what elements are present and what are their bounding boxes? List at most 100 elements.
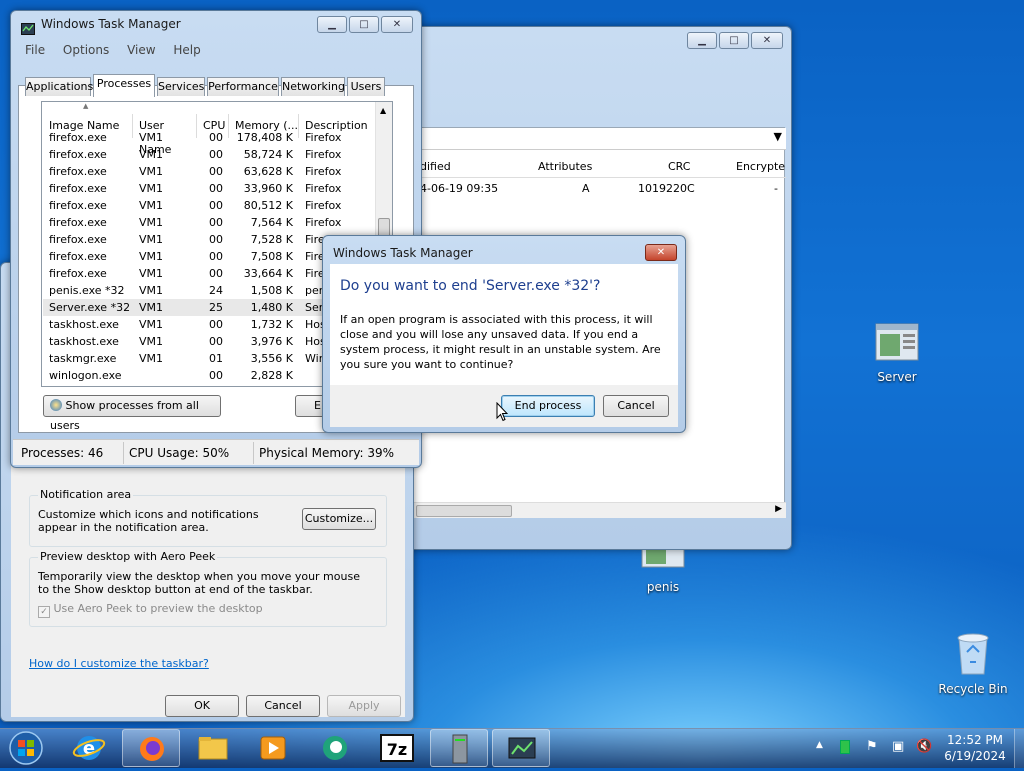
- action-center-flag-icon[interactable]: ⚑: [866, 739, 878, 754]
- table-cell: Firefox: [305, 182, 342, 195]
- minimize-button[interactable]: ▁: [687, 32, 717, 49]
- menu-options[interactable]: Options: [63, 43, 109, 57]
- scrollbar-thumb[interactable]: [416, 505, 512, 517]
- scroll-right-icon[interactable]: ▶: [775, 504, 782, 514]
- taskbar-firefox[interactable]: [122, 729, 180, 767]
- cancel-button[interactable]: Cancel: [603, 395, 669, 417]
- table-row[interactable]: firefox.exe VM1 00 7,564 K Firefox: [43, 214, 375, 231]
- network-icon[interactable]: ▣: [892, 739, 904, 754]
- col-encrypted[interactable]: Encrypte: [736, 160, 785, 173]
- volume-muted-icon[interactable]: 🔇: [916, 739, 932, 754]
- table-cell: VM1: [139, 131, 164, 144]
- cancel-button[interactable]: Cancel: [246, 695, 320, 717]
- col-modified[interactable]: dified: [420, 160, 451, 173]
- table-row[interactable]: firefox.exe VM1 00 63,628 K Firefox: [43, 163, 375, 180]
- end-process-confirm-button[interactable]: End process: [501, 395, 595, 417]
- internet-explorer-icon: e: [72, 736, 106, 760]
- show-all-users-button[interactable]: Show processes from all users: [43, 395, 221, 432]
- table-cell: 24: [209, 284, 223, 297]
- tab-services[interactable]: Services: [157, 77, 205, 96]
- chevron-down-icon[interactable]: ▼: [774, 130, 782, 143]
- network-meter-icon[interactable]: [840, 740, 850, 754]
- maximize-button[interactable]: □: [719, 32, 749, 49]
- maximize-button[interactable]: □: [349, 16, 379, 33]
- col-crc[interactable]: CRC: [668, 160, 690, 173]
- archive-row[interactable]: 4-06-19 09:35 A 1019220C -: [414, 180, 786, 198]
- table-cell: 178,408 K: [236, 131, 293, 144]
- table-cell: taskmgr.exe: [49, 352, 117, 365]
- table-cell: 1,508 K: [250, 284, 293, 297]
- table-row[interactable]: firefox.exe VM1 00 178,408 K Firefox: [43, 129, 375, 146]
- task-manager-icon: [21, 23, 35, 35]
- taskbar-file-explorer[interactable]: [184, 729, 242, 767]
- table-cell: VM1: [139, 335, 164, 348]
- customize-button[interactable]: Customize...: [302, 508, 376, 530]
- taskbar-server-manager[interactable]: [430, 729, 488, 767]
- clock[interactable]: 12:52 PM 6/19/2024: [940, 732, 1010, 764]
- table-cell: VM1: [139, 216, 164, 229]
- dialog-question: Do you want to end 'Server.exe *32'?: [340, 278, 601, 294]
- taskbar-chat-app[interactable]: [306, 729, 364, 767]
- taskbar-media-player[interactable]: [244, 729, 302, 767]
- menu-bar: File Options View Help: [25, 43, 201, 57]
- table-cell: 3,556 K: [250, 352, 293, 365]
- menu-file[interactable]: File: [25, 43, 45, 57]
- desktop-icon-label: Server: [877, 370, 917, 384]
- taskbar-task-manager[interactable]: [492, 729, 550, 767]
- table-cell: VM1: [133, 299, 197, 316]
- table-cell: 00: [209, 318, 223, 331]
- status-cpu: CPU Usage: 50%: [129, 446, 230, 460]
- notification-title: Notification area: [38, 488, 134, 501]
- table-cell: firefox.exe: [49, 182, 107, 195]
- tab-networking[interactable]: Networking: [281, 77, 345, 96]
- menu-view[interactable]: View: [127, 43, 155, 57]
- clock-date: 6/19/2024: [944, 749, 1006, 763]
- archive-header: dified Attributes CRC Encrypte: [414, 156, 786, 178]
- table-cell: 00: [209, 182, 223, 195]
- tab-users[interactable]: Users: [347, 77, 385, 96]
- close-button[interactable]: ✕: [645, 244, 677, 261]
- table-cell: 58,724 K: [243, 148, 293, 161]
- table-cell: firefox.exe: [49, 250, 107, 263]
- table-cell: firefox.exe: [49, 216, 107, 229]
- table-cell: taskhost.exe: [49, 335, 119, 348]
- shield-icon: [50, 399, 62, 411]
- apply-button[interactable]: Apply: [327, 695, 401, 717]
- dialog-message: If an open program is associated with th…: [340, 313, 661, 371]
- table-cell: [133, 367, 197, 384]
- ok-button[interactable]: OK: [165, 695, 239, 717]
- dialog-title: Windows Task Manager: [333, 246, 473, 260]
- tab-applications[interactable]: Applications: [25, 77, 93, 96]
- taskbar-internet-explorer[interactable]: e: [60, 729, 118, 767]
- desktop-icon-recycle-bin[interactable]: Recycle Bin: [938, 630, 1008, 696]
- close-button[interactable]: ✕: [381, 16, 413, 33]
- table-cell: VM1: [139, 148, 164, 161]
- tab-processes[interactable]: Processes: [93, 74, 155, 97]
- table-cell: 00: [209, 216, 223, 229]
- horizontal-scrollbar[interactable]: ▶: [414, 502, 786, 518]
- window-title: Windows Task Manager: [41, 17, 181, 31]
- help-link[interactable]: How do I customize the taskbar?: [29, 657, 209, 670]
- show-desktop-button[interactable]: [1014, 729, 1024, 768]
- minimize-button[interactable]: ▁: [317, 16, 347, 33]
- table-cell: 00: [209, 369, 223, 382]
- table-row[interactable]: firefox.exe VM1 00 80,512 K Firefox: [43, 197, 375, 214]
- path-combo[interactable]: ▼: [414, 128, 786, 150]
- close-button[interactable]: ✕: [751, 32, 783, 49]
- show-hidden-icons-icon[interactable]: ▲: [816, 740, 823, 750]
- table-row[interactable]: firefox.exe VM1 00 33,960 K Firefox: [43, 180, 375, 197]
- table-row[interactable]: firefox.exe VM1 00 58,724 K Firefox: [43, 146, 375, 163]
- aero-peek-title: Preview desktop with Aero Peek: [38, 550, 218, 563]
- table-cell: 80,512 K: [243, 199, 293, 212]
- table-cell: 1,480 K: [229, 299, 299, 316]
- taskbar-7zip[interactable]: 7z: [368, 729, 426, 767]
- scroll-up-icon[interactable]: ▲: [380, 106, 386, 115]
- table-cell: 2,828 K: [250, 369, 293, 382]
- col-attributes[interactable]: Attributes: [538, 160, 592, 173]
- start-button[interactable]: [6, 730, 46, 766]
- desktop-icon-server[interactable]: Server: [862, 322, 932, 384]
- recycle-bin-icon: [957, 633, 989, 675]
- aero-peek-checkbox[interactable]: ✓ Use Aero Peek to preview the desktop: [38, 602, 263, 618]
- menu-help[interactable]: Help: [173, 43, 200, 57]
- tab-performance[interactable]: Performance: [207, 77, 279, 96]
